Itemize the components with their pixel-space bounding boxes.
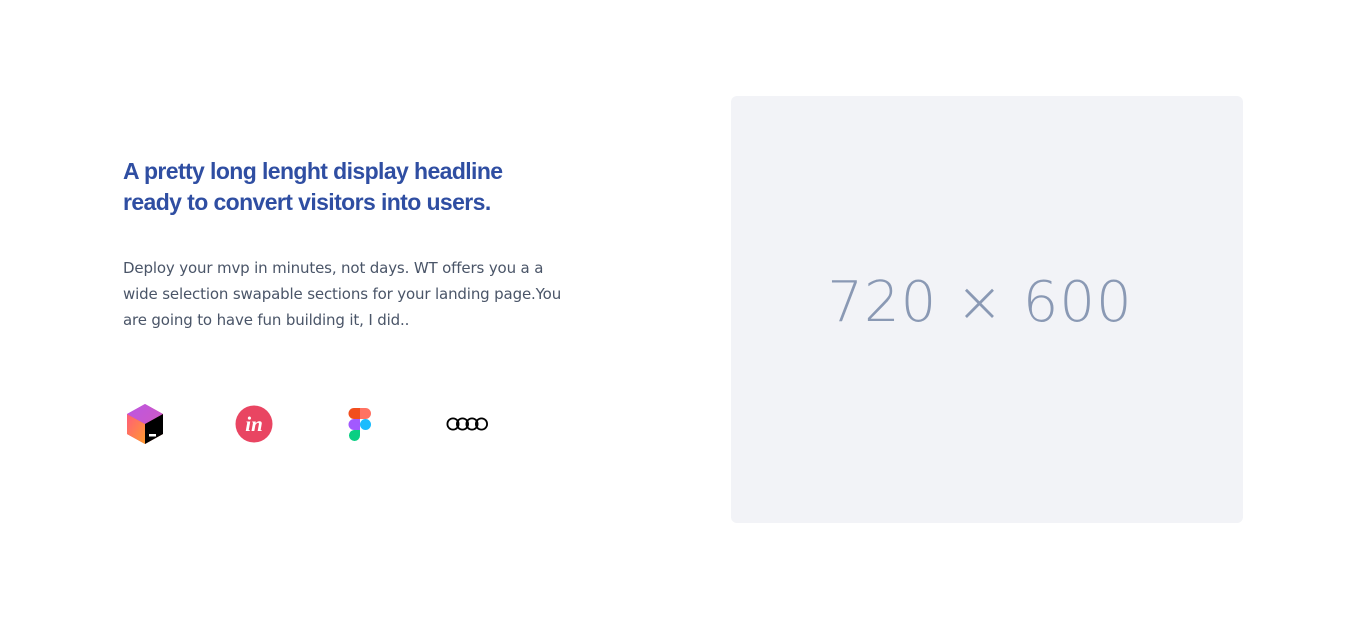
partner-logos: in [123,402,503,446]
jetbrains-logo-icon [123,402,167,446]
hero-description: Deploy your mvp in minutes, not days. WT… [123,259,562,329]
figma-logo-icon [338,402,382,446]
hero-image-placeholder: 720 × 600 [731,96,1243,523]
hero-text-section: A pretty long lenght display headline re… [123,156,563,444]
invision-logo-icon: in [232,402,276,446]
placeholder-dimensions-label: 720 × 600 [827,270,1133,335]
audi-logo-icon [446,402,490,446]
hero-headline: A pretty long lenght display headline re… [123,158,503,215]
svg-text:in: in [245,412,263,436]
